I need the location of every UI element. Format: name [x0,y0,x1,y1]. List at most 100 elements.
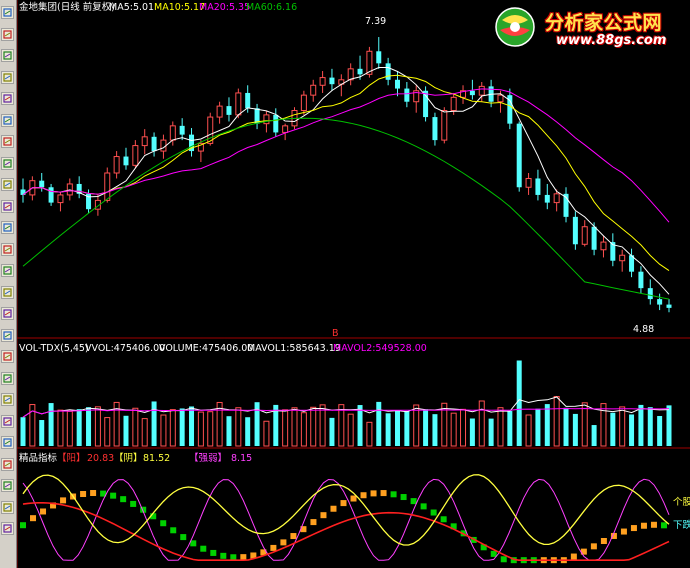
volume-bar-up [413,404,420,447]
candlestick-icon[interactable] [1,6,14,19]
layout-icon[interactable] [1,350,14,363]
candle-body-up [581,226,588,245]
price-ma5-label: MA5:5.01 [109,2,154,13]
volume-bar-up [57,409,64,447]
volume-bar-down [572,413,578,446]
volume-bar-down [357,405,363,446]
logo-url-text: www.88gs.com [556,33,667,48]
indicator-band-block [170,527,177,534]
indicator-band-block [40,508,47,515]
indicator-icon[interactable] [1,113,14,127]
zoom-icon[interactable] [1,70,14,84]
export-icon[interactable] [1,135,14,148]
volume-bar-up [207,411,214,447]
bar-chart-icon[interactable] [1,49,14,62]
indicator-band-block [30,515,37,522]
indicator-band-block [190,540,197,547]
volume-bar-down [189,406,195,446]
volume-bar-down [563,407,569,446]
candle-body-down [376,51,382,64]
candle-body-down [123,156,129,166]
formula-icon[interactable] [1,328,14,342]
price-stock-name: 金地集团(日线 前复权) [19,1,115,13]
indicator-band-block [130,500,137,507]
indicator-band-block [660,522,667,529]
volume-bar-up [497,407,504,447]
indicator-yin-label: 【阴】 [114,453,143,464]
low-price-label: 4.88 [633,324,654,335]
text-icon[interactable] [1,221,14,234]
volume-bar-down [20,417,26,446]
indicator-band-block [180,534,187,541]
grid-icon[interactable] [1,92,14,105]
candle-body-up [169,125,176,141]
price-ma60-label: MA60:6.16 [246,2,297,13]
delete-icon[interactable] [1,414,14,428]
volume-bar-down [647,407,653,446]
indicator-band-block [310,519,317,526]
arrow-up-icon[interactable] [1,479,14,492]
price-ma10-label: MA10:5.17 [154,2,205,13]
candle-body-down [432,117,438,141]
settings-icon[interactable] [1,156,14,170]
volume-bar-down [245,417,251,446]
volume-bar-down [666,405,672,446]
volume-bar-up [282,409,289,447]
volume-bar-down [591,425,597,446]
candle-body-up [450,96,457,111]
indicator-band-block [110,492,117,499]
indicator-band-block [320,512,327,519]
candle-body-down [329,77,335,85]
volume-bar-down [535,408,541,446]
calendar-icon[interactable] [1,242,14,256]
volume-bar-up [366,421,373,447]
indicator-band-block [90,490,97,497]
price-ma20-label: MA20:5.35 [199,2,250,13]
indicator-band-block [340,500,347,507]
volume-bar-down [544,404,550,446]
volume-bar-up [235,407,242,447]
volume-bar-down [629,414,635,446]
volume-bar-down [516,360,522,446]
window-icon[interactable] [1,178,14,191]
indicator-band-block [360,492,367,499]
screen-icon[interactable] [1,371,14,385]
arrow-right-icon[interactable] [1,500,14,514]
volume-bar-down [39,420,45,446]
line-chart-icon[interactable] [1,27,14,41]
volume-volume: VOLUME:475406.00 [159,343,253,354]
chart-canvas[interactable]: 金地集团(日线 前复权) MA5:5.01 MA10:5.17 MA20:5.3… [17,0,690,568]
candle-body-down [591,226,597,250]
refresh-icon[interactable] [1,436,14,449]
volume-bar-down [48,403,54,446]
volume-bar-down [226,416,232,446]
indicator-band-block [60,497,67,504]
indicator-band-block [290,533,297,540]
volume-bar-down [86,407,92,446]
volume-bar-up [263,420,270,447]
candle-body-down [638,271,644,289]
filter-icon[interactable] [1,393,14,406]
overlay-icon[interactable] [1,264,14,277]
table-icon[interactable] [1,199,14,213]
indicator-band-block [20,522,26,529]
candle-body-down [226,106,232,115]
cursor-icon[interactable] [1,285,14,299]
indicator-band-block [280,539,287,546]
candle-body-up [104,172,111,201]
volume-bar-down [432,414,438,446]
volume-bar-up [553,396,560,447]
candle-body-up [478,85,485,96]
candle-body-up [497,94,504,103]
volume-bar-up [160,414,167,447]
split-icon[interactable] [1,307,14,320]
indicator-band-block [80,491,87,498]
candle-body-up [300,94,307,111]
candle-body-up [347,68,354,81]
indicator-band-block [490,550,497,557]
arrow-down-icon[interactable] [1,457,14,471]
candle-body-down [516,123,522,188]
volume-bar-down [507,410,513,446]
arrow-left-icon[interactable] [1,522,14,535]
candle-body-up [235,92,242,116]
